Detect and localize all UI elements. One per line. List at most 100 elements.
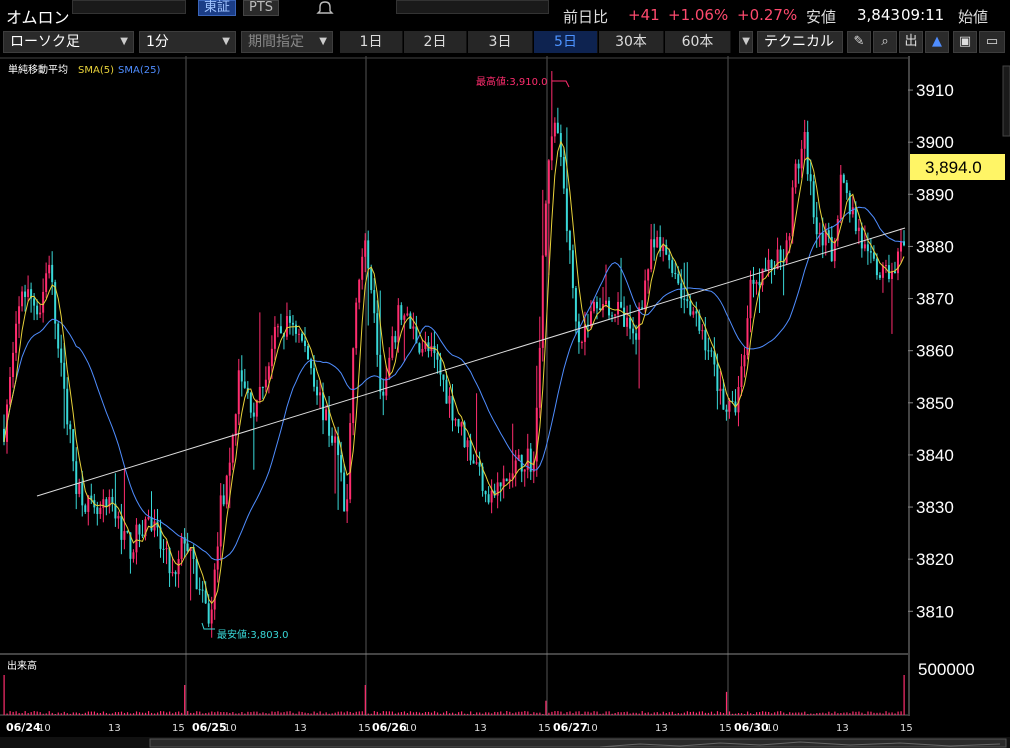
period-select[interactable]: 期間指定 ▼ <box>241 31 333 53</box>
technical-button[interactable]: テクニカル <box>757 31 843 53</box>
prev-day-change: +41 <box>628 6 660 24</box>
candle-body <box>243 381 246 388</box>
volume-bar <box>172 713 174 715</box>
candle-body <box>439 359 442 375</box>
volume-bar <box>482 713 484 715</box>
hour-label: 10 <box>585 723 598 734</box>
volume-bar <box>728 711 731 715</box>
candle-body <box>478 462 481 467</box>
candle-body <box>779 249 782 261</box>
candle-body <box>78 482 81 494</box>
candle-body <box>406 313 409 316</box>
tab-pts[interactable]: PTS <box>243 0 280 16</box>
open-label: 始値 <box>958 8 989 26</box>
volume-bar <box>777 711 779 715</box>
candle-body <box>707 350 710 352</box>
volume-bar <box>786 713 788 715</box>
volume-bar <box>572 713 574 715</box>
range-5d[interactable]: 5日 <box>534 31 598 53</box>
volume-bar <box>51 712 53 715</box>
volume-bar <box>894 713 896 715</box>
area-chart-icon[interactable]: ▲ <box>925 31 949 53</box>
volume-bar <box>903 675 905 715</box>
range-3d[interactable]: 3日 <box>468 31 533 53</box>
chart-canvas[interactable]: 3810 3820 3830 3840 3850 3860 3870 3880 3890 3900… <box>0 56 1010 748</box>
volume-bar <box>349 711 351 715</box>
volume-bar <box>292 712 294 715</box>
volume-bar <box>870 711 872 715</box>
volume-bar <box>641 711 643 715</box>
y-tick-label-3830: 3830 <box>916 498 954 517</box>
volume-bar <box>783 712 785 715</box>
volume-bar <box>831 713 833 715</box>
candle-body <box>683 298 686 300</box>
candle-body <box>201 589 204 591</box>
tab-tosho[interactable]: 東証 <box>198 0 237 16</box>
chart-type-select[interactable]: ローソク足 ▼ <box>3 31 134 53</box>
volume-bar <box>352 712 354 715</box>
candle-body <box>409 313 412 329</box>
volume-bar <box>370 713 372 715</box>
candle-body <box>237 370 240 415</box>
range-1d[interactable]: 1日 <box>340 31 403 53</box>
range-60[interactable]: 60本 <box>665 31 731 53</box>
volume-bar <box>21 713 23 715</box>
candle-body <box>746 318 749 356</box>
candle-body <box>51 264 54 283</box>
pencil-icon[interactable]: ✎ <box>847 31 871 53</box>
candle-body <box>674 273 677 275</box>
volume-bar <box>144 712 147 715</box>
candle-body <box>668 254 671 261</box>
candle-body <box>881 265 884 278</box>
volume-bar <box>166 712 168 715</box>
volume-bar <box>710 711 713 715</box>
volume-toggle-icon[interactable]: 出 <box>899 31 923 53</box>
candle-body <box>620 301 623 308</box>
volume-bar <box>232 712 234 715</box>
price-chart[interactable]: 3810 3820 3830 3840 3850 3860 3870 3880 3890 3900… <box>0 56 1010 748</box>
candle-body <box>42 291 45 313</box>
candle-body <box>677 274 680 284</box>
candle-body <box>57 323 60 349</box>
zoom-icon[interactable]: ⌕ <box>873 31 897 53</box>
candle-body <box>297 333 300 335</box>
candle-body <box>821 232 824 246</box>
candle-body <box>484 490 487 495</box>
candle-body <box>809 174 812 182</box>
range-30[interactable]: 30本 <box>599 31 664 53</box>
volume-bar <box>885 711 887 715</box>
save-icon[interactable]: ▣ <box>953 31 977 53</box>
candle-body <box>505 478 508 482</box>
candle-body <box>487 494 490 503</box>
volume-bar <box>373 711 375 715</box>
folder-icon[interactable]: ▭ <box>979 31 1005 53</box>
candle-body <box>776 249 779 269</box>
volume-bar <box>689 711 691 715</box>
candle-body <box>797 163 800 169</box>
candle-body <box>135 524 138 553</box>
volume-bar <box>470 711 472 715</box>
volume-bar <box>780 711 782 715</box>
interval-select[interactable]: 1分 ▼ <box>139 31 236 53</box>
volume-bar <box>888 712 890 715</box>
candle-body <box>267 366 270 380</box>
candle-body <box>565 188 568 231</box>
alert-bell-icon[interactable] <box>316 0 336 16</box>
volume-bar <box>825 713 827 715</box>
volume-bar <box>759 712 761 715</box>
volume-bar <box>810 713 812 715</box>
candle-body <box>12 352 15 377</box>
date-label-06/24: 06/24 <box>6 721 41 734</box>
axis-scroll-widget[interactable] <box>1002 65 1010 137</box>
volume-bar <box>102 711 105 715</box>
hidden-info-box-2 <box>396 0 549 14</box>
volume-bar <box>840 713 842 715</box>
volume-bar <box>36 711 38 715</box>
range-more-button[interactable]: ▼ <box>739 31 753 53</box>
candle-body <box>502 478 505 487</box>
volume-bar <box>855 711 857 715</box>
range-2d[interactable]: 2日 <box>404 31 467 53</box>
volume-bar <box>376 711 378 715</box>
volume-bar <box>84 712 86 715</box>
volume-bar <box>605 711 607 715</box>
